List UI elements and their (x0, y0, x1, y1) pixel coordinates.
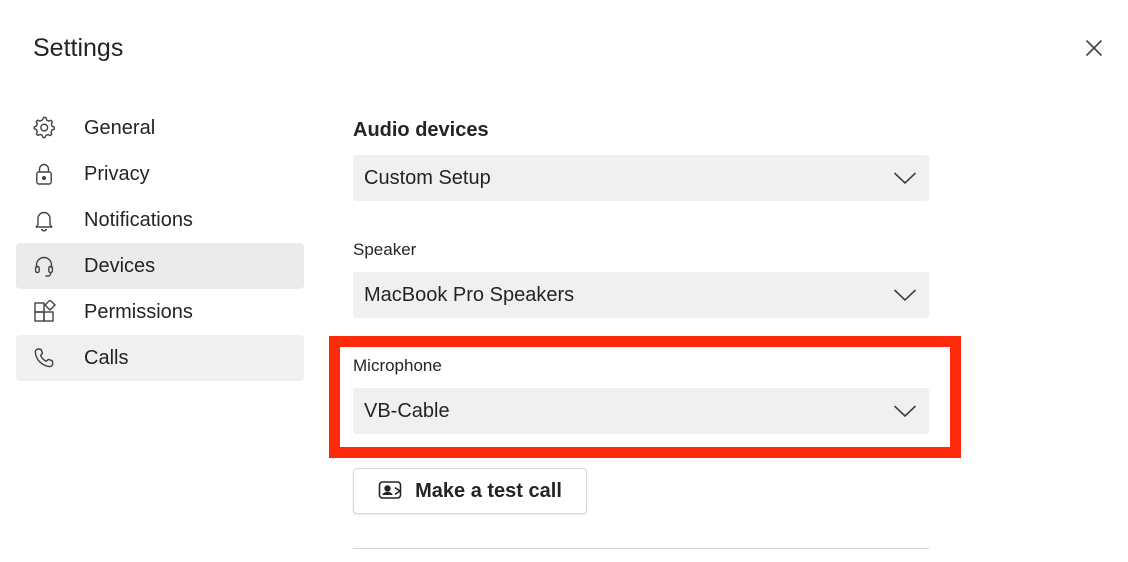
test-call-icon (378, 480, 404, 502)
settings-sidebar: General Privacy Notifications Devices Pe… (16, 105, 304, 381)
microphone-label: Microphone (353, 356, 442, 375)
chevron-down-icon (893, 288, 917, 302)
speaker-label: Speaker (353, 240, 417, 259)
sidebar-item-privacy[interactable]: Privacy (16, 151, 304, 197)
apps-icon (32, 299, 58, 325)
divider (353, 548, 929, 549)
headset-icon (32, 253, 58, 279)
bell-icon (32, 207, 58, 233)
chevron-down-icon (893, 171, 917, 185)
make-test-call-button[interactable]: Make a test call (353, 468, 587, 514)
microphone-value: VB-Cable (364, 399, 450, 422)
test-call-label: Make a test call (415, 479, 562, 502)
speaker-value: MacBook Pro Speakers (364, 283, 575, 306)
speaker-select[interactable]: MacBook Pro Speakers (353, 272, 929, 318)
chevron-down-icon (893, 404, 917, 418)
page-title: Settings (33, 34, 124, 62)
sidebar-item-label: Notifications (84, 208, 193, 231)
sidebar-item-general[interactable]: General (16, 105, 304, 151)
close-button[interactable] (1080, 36, 1108, 64)
gear-icon (32, 115, 58, 141)
audio-device-select[interactable]: Custom Setup (353, 155, 929, 201)
audio-devices-heading: Audio devices (353, 119, 489, 141)
sidebar-item-notifications[interactable]: Notifications (16, 197, 304, 243)
settings-dialog: Settings General Privacy Notifications D… (0, 0, 1128, 562)
sidebar-item-label: Privacy (84, 162, 150, 185)
sidebar-item-label: Devices (84, 254, 156, 277)
lock-icon (32, 161, 58, 187)
sidebar-item-calls[interactable]: Calls (16, 335, 304, 381)
audio-device-value: Custom Setup (364, 166, 491, 189)
sidebar-item-label: Permissions (84, 300, 193, 323)
microphone-select[interactable]: VB-Cable (353, 388, 929, 434)
phone-icon (32, 345, 58, 371)
sidebar-item-label: Calls (84, 346, 129, 369)
close-icon (1085, 39, 1103, 62)
sidebar-item-permissions[interactable]: Permissions (16, 289, 304, 335)
sidebar-item-label: General (84, 116, 156, 139)
sidebar-item-devices[interactable]: Devices (16, 243, 304, 289)
